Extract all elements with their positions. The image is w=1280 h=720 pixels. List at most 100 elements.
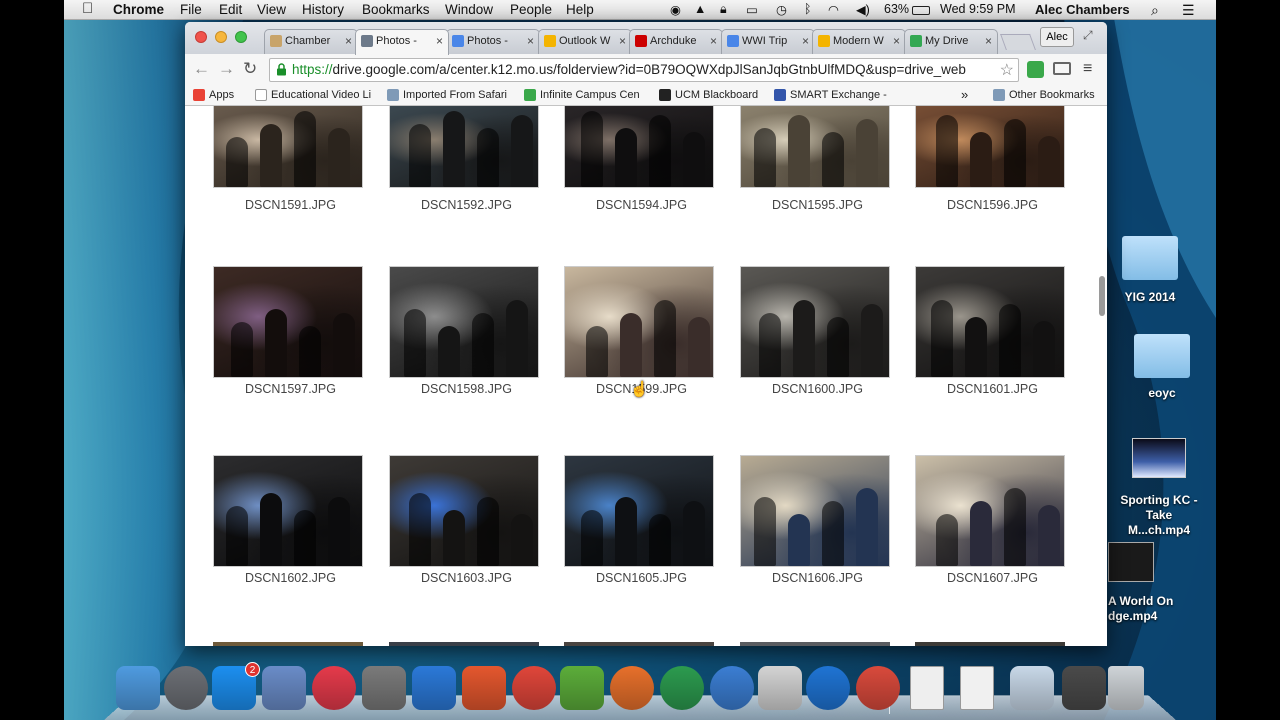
- quicktime-icon[interactable]: [710, 666, 754, 710]
- lock-status-icon[interactable]: 🔒︎: [720, 2, 727, 17]
- photo-filename[interactable]: DSCN1592.JPG: [389, 198, 544, 212]
- photo-thumbnail[interactable]: [740, 266, 890, 378]
- launchpad-icon[interactable]: [164, 666, 208, 710]
- minimize-window-button[interactable]: [215, 31, 227, 43]
- photo-thumbnail[interactable]: [389, 455, 539, 567]
- tab-close-icon[interactable]: ×: [893, 34, 900, 48]
- menu-view[interactable]: View: [257, 2, 286, 17]
- photo-thumbnail[interactable]: [915, 106, 1065, 188]
- chrome-app-icon[interactable]: [856, 666, 900, 710]
- chrome-menu-icon[interactable]: ≡: [1083, 60, 1092, 78]
- airplay-icon[interactable]: ▭: [746, 2, 758, 17]
- menu-window[interactable]: Window: [445, 2, 493, 17]
- firefox-icon[interactable]: [610, 666, 654, 710]
- back-button[interactable]: ←: [193, 59, 210, 79]
- tab-6[interactable]: Modern W ×: [812, 29, 906, 54]
- photo-item[interactable]: DSCN1603.JPG: [389, 455, 539, 590]
- profile-button[interactable]: Alec: [1040, 27, 1074, 47]
- photo-filename[interactable]: DSCN1591.JPG: [213, 198, 368, 212]
- menu-edit[interactable]: Edit: [219, 2, 242, 17]
- tab-close-icon[interactable]: ×: [436, 34, 443, 48]
- photo-filename[interactable]: DSCN1605.JPG: [564, 571, 719, 585]
- bookmark-item-3[interactable]: Infinite Campus Cen: [524, 89, 640, 101]
- notification-center-icon[interactable]: ☰: [1182, 2, 1195, 19]
- bookmark-star-icon[interactable]: ☆: [1000, 60, 1014, 80]
- photo-filename[interactable]: DSCN1597.JPG: [213, 382, 368, 396]
- photo-thumbnail[interactable]: [213, 266, 363, 378]
- photo-item[interactable]: DSCN1591.JPG: [213, 106, 363, 235]
- tab-close-icon[interactable]: ×: [710, 34, 717, 48]
- trash-icon[interactable]: [1108, 666, 1144, 710]
- itunes-icon[interactable]: [312, 666, 356, 710]
- menu-help[interactable]: Help: [566, 2, 594, 17]
- photo-item[interactable]: DSCN1606.JPG: [740, 455, 890, 590]
- photo-item[interactable]: DSCN1597.JPG: [213, 266, 363, 401]
- photo-item[interactable]: DSCN1594.JPG: [564, 106, 714, 235]
- menu-file[interactable]: File: [180, 2, 202, 17]
- battery-percent[interactable]: 63%: [884, 2, 909, 16]
- tab-4[interactable]: Archduke ×: [629, 29, 723, 54]
- photo-thumbnail[interactable]: [564, 455, 714, 567]
- photo-item[interactable]: DSCN1602.JPG: [213, 455, 363, 590]
- system-preferences-icon[interactable]: [362, 666, 406, 710]
- bluetooth-icon[interactable]: ᛒ: [804, 2, 812, 16]
- desktop-folder-yig-2014[interactable]: YIG 2014: [1114, 236, 1186, 308]
- clock[interactable]: Wed 9:59 PM: [940, 2, 1016, 16]
- photo-thumbnail[interactable]: [564, 106, 714, 188]
- tab-1[interactable]: Photos - ×: [355, 29, 449, 55]
- photo-filename[interactable]: DSCN1600.JPG: [740, 382, 895, 396]
- pdf-file-icon[interactable]: [960, 666, 994, 710]
- menu-bookmarks[interactable]: Bookmarks: [362, 2, 430, 17]
- youtube-icon[interactable]: [806, 666, 850, 710]
- reload-button[interactable]: ↻: [243, 59, 257, 79]
- bookmarks-overflow-chevron[interactable]: »: [961, 87, 968, 102]
- google-drive-icon[interactable]: [660, 666, 704, 710]
- photo-filename[interactable]: DSCN1607.JPG: [915, 571, 1070, 585]
- xlsx-file-icon[interactable]: [910, 666, 944, 710]
- extension-icon[interactable]: [1027, 61, 1044, 78]
- tab-close-icon[interactable]: ×: [985, 34, 992, 48]
- photo-filename[interactable]: DSCN1603.JPG: [389, 571, 544, 585]
- apple-menu-icon[interactable]: : [82, 0, 93, 17]
- photo-thumbnail[interactable]: [740, 455, 890, 567]
- desktop-file-sporting-kc[interactable]: Sporting KC - Take M...ch.mp4: [1114, 438, 1204, 537]
- photo-item[interactable]: DSCN1607.JPG: [915, 455, 1065, 590]
- fullscreen-icon[interactable]: ⤢: [1083, 28, 1093, 43]
- volume-icon[interactable]: ◀︎): [856, 2, 870, 17]
- wifi-icon[interactable]: ◠: [828, 2, 839, 17]
- google-drive-status-icon[interactable]: ▲: [694, 2, 706, 16]
- powerpoint-icon[interactable]: [462, 666, 506, 710]
- user-name[interactable]: Alec Chambers: [1035, 2, 1130, 17]
- chrome-icon[interactable]: [512, 666, 556, 710]
- tab-3[interactable]: Outlook W ×: [538, 29, 632, 54]
- time-machine-icon[interactable]: ◷: [776, 2, 787, 17]
- photo-item[interactable]: DSCN1601.JPG: [915, 266, 1065, 401]
- bookmark-item-4[interactable]: UCM Blackboard: [659, 89, 758, 101]
- photo-filename[interactable]: DSCN1595.JPG: [740, 198, 895, 212]
- word-icon[interactable]: [412, 666, 456, 710]
- grab-icon[interactable]: [758, 666, 802, 710]
- window-thumbnail-icon[interactable]: [1010, 666, 1054, 710]
- tab-0[interactable]: Chamber ×: [264, 29, 358, 54]
- app-store-icon[interactable]: 2: [212, 662, 260, 710]
- menu-people[interactable]: People: [510, 2, 552, 17]
- screen-thumbnail-icon[interactable]: [1062, 666, 1106, 710]
- tab-close-icon[interactable]: ×: [527, 34, 534, 48]
- tab-close-icon[interactable]: ×: [802, 34, 809, 48]
- evernote-icon[interactable]: [560, 666, 604, 710]
- photo-filename[interactable]: DSCN1594.JPG: [564, 198, 719, 212]
- photo-thumbnail[interactable]: [389, 266, 539, 378]
- scrollbar-thumb[interactable]: [1099, 276, 1105, 316]
- photo-filename[interactable]: DSCN1598.JPG: [389, 382, 544, 396]
- forward-button[interactable]: →: [218, 59, 235, 79]
- photo-thumbnail[interactable]: [740, 106, 890, 188]
- photo-filename[interactable]: DSCN1606.JPG: [740, 571, 895, 585]
- photo-thumbnail[interactable]: [564, 266, 714, 378]
- new-tab-button[interactable]: [1000, 34, 1036, 50]
- battery-icon[interactable]: [912, 6, 930, 15]
- photo-filename[interactable]: DSCN1601.JPG: [915, 382, 1070, 396]
- bookmark-item-6[interactable]: Other Bookmarks: [993, 89, 1095, 101]
- tab-close-icon[interactable]: ×: [619, 34, 626, 48]
- bookmark-item-5[interactable]: SMART Exchange -: [774, 89, 887, 101]
- close-window-button[interactable]: [195, 31, 207, 43]
